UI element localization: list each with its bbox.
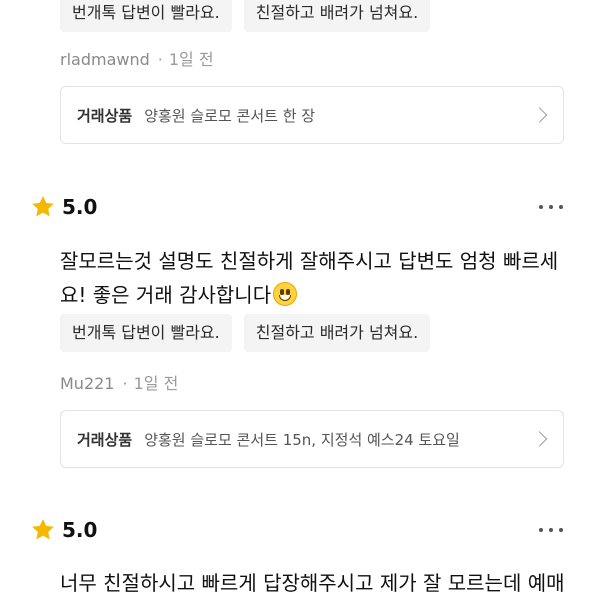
- tag: 친절하고 배려가 넘쳐요.: [243, 0, 431, 32]
- rating: 5.0: [30, 517, 97, 543]
- tag: 번개톡 답변이 빨라요.: [60, 0, 232, 32]
- grinning-face-emoji: [273, 282, 298, 306]
- chevron-right-icon: [531, 431, 548, 447]
- product-label: 거래상품: [77, 430, 133, 449]
- review-text-line: 잘모르는것 설명도 친절하게 잘해주시고 답변도 엄청 빠르세: [60, 249, 559, 273]
- review-time: 1일 전: [168, 50, 214, 69]
- review-time: 1일 전: [133, 374, 179, 393]
- star-icon: [32, 518, 54, 540]
- more-dots-icon[interactable]: [539, 528, 563, 532]
- separator-dot: ·: [157, 50, 163, 69]
- review-meta: Mu221 · 1일 전: [60, 370, 178, 394]
- product-link-card[interactable]: 거래상품 양홍원 슬로모 콘서트 한 장: [60, 86, 564, 144]
- review-text-line: 요! 좋은 거래 감사합니다: [60, 283, 272, 307]
- review-text: 너무 친절하시고 빠르게 답장해주시고 제가 잘 모르는데 예매: [60, 566, 570, 595]
- review-prev-meta: rladmawnd · 1일 전: [60, 46, 214, 70]
- chevron-right-icon: [531, 107, 548, 123]
- review-prev-tags: 번개톡 답변이 빨라요. 친절하고 배려가 넘쳐요.: [60, 0, 431, 32]
- separator-dot: ·: [122, 374, 128, 393]
- rating-score: 5.0: [62, 195, 98, 219]
- product-label: 거래상품: [77, 106, 133, 125]
- rating-score: 5.0: [62, 518, 98, 542]
- reviewer-name[interactable]: Mu221: [60, 374, 114, 393]
- star-icon: [32, 195, 54, 217]
- reviewer-name[interactable]: rladmawnd: [60, 50, 150, 69]
- tag: 친절하고 배려가 넘쳐요.: [243, 314, 431, 352]
- review-text-line: 너무 친절하시고 빠르게 답장해주시고 제가 잘 모르는데 예매: [60, 571, 565, 595]
- more-dots-icon[interactable]: [539, 205, 563, 209]
- tag: 번개톡 답변이 빨라요.: [60, 314, 232, 352]
- product-name: 양홍원 슬로모 콘서트 15n, 지정석 예스24 토요일: [144, 430, 460, 449]
- rating: 5.0: [30, 194, 97, 220]
- product-name: 양홍원 슬로모 콘서트 한 장: [144, 106, 316, 125]
- review-tags: 번개톡 답변이 빨라요. 친절하고 배려가 넘쳐요.: [60, 314, 431, 352]
- product-link-card[interactable]: 거래상품 양홍원 슬로모 콘서트 15n, 지정석 예스24 토요일: [60, 410, 564, 468]
- review-text: 잘모르는것 설명도 친절하게 잘해주시고 답변도 엄청 빠르세 요! 좋은 거래…: [60, 244, 570, 312]
